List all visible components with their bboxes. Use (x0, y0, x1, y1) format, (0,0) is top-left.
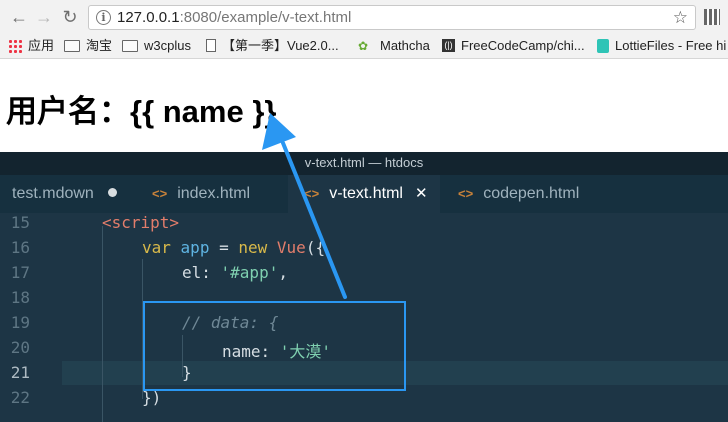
annotation-arrow (262, 113, 347, 299)
